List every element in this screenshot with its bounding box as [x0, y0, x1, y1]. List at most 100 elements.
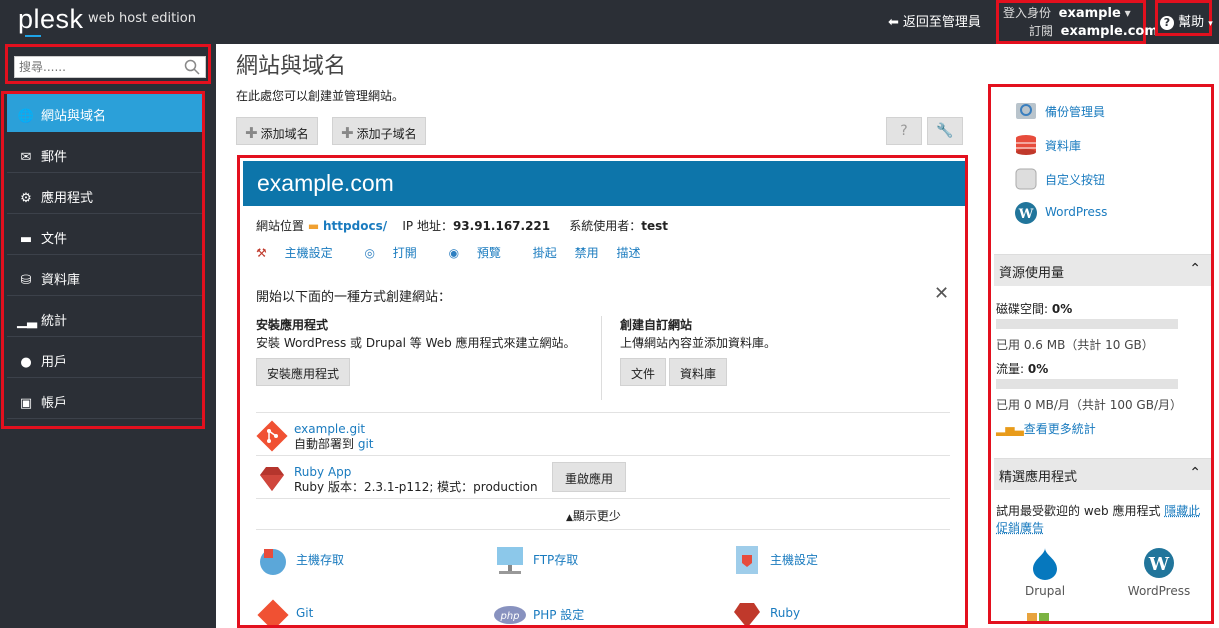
- search-box: [5, 44, 211, 84]
- mail-icon: ✉: [20, 150, 32, 165]
- nav-label: 網站與域名: [41, 109, 107, 124]
- featured-drupal[interactable]: Drupal: [1005, 547, 1085, 598]
- search-icon[interactable]: [184, 59, 200, 75]
- bar-chart-icon: ▂▅▃: [996, 422, 1024, 436]
- nav-item-databases[interactable]: ⛁ 資料庫: [7, 258, 202, 296]
- gear-icon: ⚙: [20, 191, 32, 206]
- databases-button[interactable]: 資料庫: [669, 358, 728, 386]
- folder-icon: ▬: [307, 219, 320, 233]
- backup-icon: [1016, 103, 1036, 119]
- nav-label: 文件: [41, 232, 68, 247]
- preview-link[interactable]: ◉ 預覽: [449, 246, 515, 260]
- location-link[interactable]: httpdocs/: [323, 219, 387, 233]
- close-icon[interactable]: ✕: [934, 283, 949, 304]
- nav-label: 資料庫: [41, 273, 81, 288]
- featured-apps-header[interactable]: 精選應用程式 ⌃: [994, 458, 1211, 490]
- nav-item-statistics[interactable]: ▁▃ 統計: [7, 299, 202, 337]
- add-subdomain-label: 添加子域名: [356, 127, 417, 141]
- hide-ad-link[interactable]: 隱藏此: [1164, 504, 1200, 518]
- nav-item-websites[interactable]: 🌐 網站與域名: [7, 94, 202, 132]
- custom-title: 創建自訂網站: [620, 318, 693, 332]
- main-content: 網站與域名 在此處您可以創建並管理網站。 ✚ 添加域名 ✚ 添加子域名 ? 🔧 ex…: [216, 44, 986, 628]
- featured-wordpress[interactable]: W WordPress: [1119, 547, 1199, 598]
- nav-label: 郵件: [41, 150, 68, 165]
- eye-icon: ◉: [448, 246, 460, 260]
- top-header: plesk web host edition ⬅ 返回至管理員 登入身份 exam…: [0, 0, 1219, 44]
- add-domain-label: 添加域名: [260, 127, 309, 141]
- ruby-icon: [260, 467, 284, 491]
- add-domain-button[interactable]: ✚ 添加域名: [236, 117, 318, 145]
- logged-in-user[interactable]: example: [1059, 6, 1121, 21]
- php-icon: php: [494, 606, 526, 624]
- nav-item-applications[interactable]: ⚙ 應用程式: [7, 176, 202, 214]
- page-description: 在此處您可以創建並管理網站。: [236, 89, 405, 103]
- nav-label: 帳戶: [41, 396, 68, 411]
- plesk-logo[interactable]: plesk: [18, 4, 84, 35]
- sysuser-value: test: [641, 219, 668, 233]
- apps-title: 安裝應用程式: [256, 318, 329, 332]
- git-repo-name[interactable]: example.git: [294, 422, 365, 436]
- nav-item-mail[interactable]: ✉ 郵件: [7, 135, 202, 173]
- suspend-link[interactable]: 掛起: [533, 246, 557, 260]
- install-apps-button[interactable]: 安裝應用程式: [256, 358, 351, 386]
- database-icon: [1016, 135, 1036, 155]
- ip-value: 93.91.167.221: [452, 219, 551, 233]
- help-icon-button[interactable]: ?: [886, 117, 922, 145]
- drupal-icon: [1033, 548, 1057, 580]
- subscription-label: 訂閱: [1029, 24, 1054, 38]
- search-input[interactable]: [14, 56, 206, 78]
- nav-label: 應用程式: [41, 191, 94, 206]
- question-icon: ?: [1160, 16, 1174, 30]
- caret-down-icon: ▾: [1124, 6, 1131, 20]
- traffic-used: 已用 0 MB/月（共計 100 GB/月）: [996, 398, 1183, 412]
- subscription-value[interactable]: example.com: [1061, 24, 1158, 39]
- traffic-label: 流量:: [996, 362, 1025, 376]
- restart-app-button[interactable]: 重啟應用: [552, 462, 627, 492]
- more-stats-link[interactable]: ▂▅▃查看更多統計: [996, 420, 1096, 437]
- back-label: 返回至管理員: [902, 15, 981, 30]
- chevron-up-icon: ⌃: [1189, 261, 1201, 277]
- disable-link[interactable]: 禁用: [575, 246, 599, 260]
- featured-desc: 試用最受歡迎的 web 應用程式 隱藏此 促銷廣告: [996, 503, 1200, 537]
- add-subdomain-button[interactable]: ✚ 添加子域名: [332, 117, 426, 145]
- show-less-toggle[interactable]: ▲顯示更少: [566, 507, 621, 524]
- install-apps-option: 安裝應用程式 安裝 WordPress 或 Drupal 等 Web 應用程式來…: [256, 316, 586, 386]
- nav-label: 用戶: [41, 355, 68, 370]
- wordpress-icon: W: [1015, 202, 1037, 224]
- link-label: 備份管理員: [1045, 105, 1106, 119]
- vertical-divider: [601, 316, 602, 400]
- tool-label: 主機存取: [296, 553, 345, 567]
- domain-name[interactable]: example.com: [243, 161, 965, 206]
- tool-label: Ruby: [770, 606, 801, 620]
- tool-label: Git: [296, 606, 314, 620]
- domain-card: example.com 網站位置 ▬ httpdocs/ IP 地址：93.91…: [237, 155, 968, 628]
- custom-button-icon: [1015, 168, 1037, 190]
- help-button[interactable]: ? 幫助 ▾: [1155, 0, 1213, 36]
- git-target-link[interactable]: git: [358, 437, 374, 451]
- back-to-admin-link[interactable]: ⬅ 返回至管理員: [888, 11, 981, 30]
- custom-site-option: 創建自訂網站 上傳網站內容並添加資料庫。 文件 資料庫: [620, 316, 920, 386]
- link-label: 自定义按钮: [1045, 173, 1106, 187]
- traffic-value: 0%: [1027, 362, 1049, 376]
- resources-header[interactable]: 資源使用量 ⌃: [994, 254, 1211, 286]
- hosting-settings-link[interactable]: ⚒ 主機設定: [256, 246, 347, 260]
- nav-item-users[interactable]: ● 用戶: [7, 340, 202, 378]
- ruby-app-name[interactable]: Ruby App: [294, 465, 351, 479]
- open-link[interactable]: ◎ 打開: [364, 246, 430, 260]
- divider: [256, 455, 950, 456]
- nav-item-files[interactable]: ▬ 文件: [7, 217, 202, 255]
- ftp-icon: [497, 547, 523, 574]
- link-label: 打開: [392, 246, 417, 260]
- description-link[interactable]: 描述: [616, 246, 640, 260]
- help-label: 幫助: [1178, 15, 1205, 30]
- hide-ad-link-2[interactable]: 促銷廣告: [996, 521, 1044, 535]
- ip-label: IP 地址：: [402, 219, 453, 233]
- nav-label: 統計: [41, 314, 68, 329]
- svg-text:W: W: [1148, 554, 1170, 575]
- sidebar: 🌐 網站與域名 ✉ 郵件 ⚙ 應用程式 ▬ 文件 ⛁ 資料庫 ▁▃ 統計 ● 用戶 ▣ 帳戶: [0, 44, 216, 628]
- wordpress-icon: W: [1144, 548, 1174, 578]
- files-button[interactable]: 文件: [620, 358, 667, 386]
- nav-item-account[interactable]: ▣ 帳戶: [7, 381, 202, 419]
- settings-icon-button[interactable]: 🔧: [927, 117, 963, 145]
- tool-label: 主機設定: [770, 553, 819, 567]
